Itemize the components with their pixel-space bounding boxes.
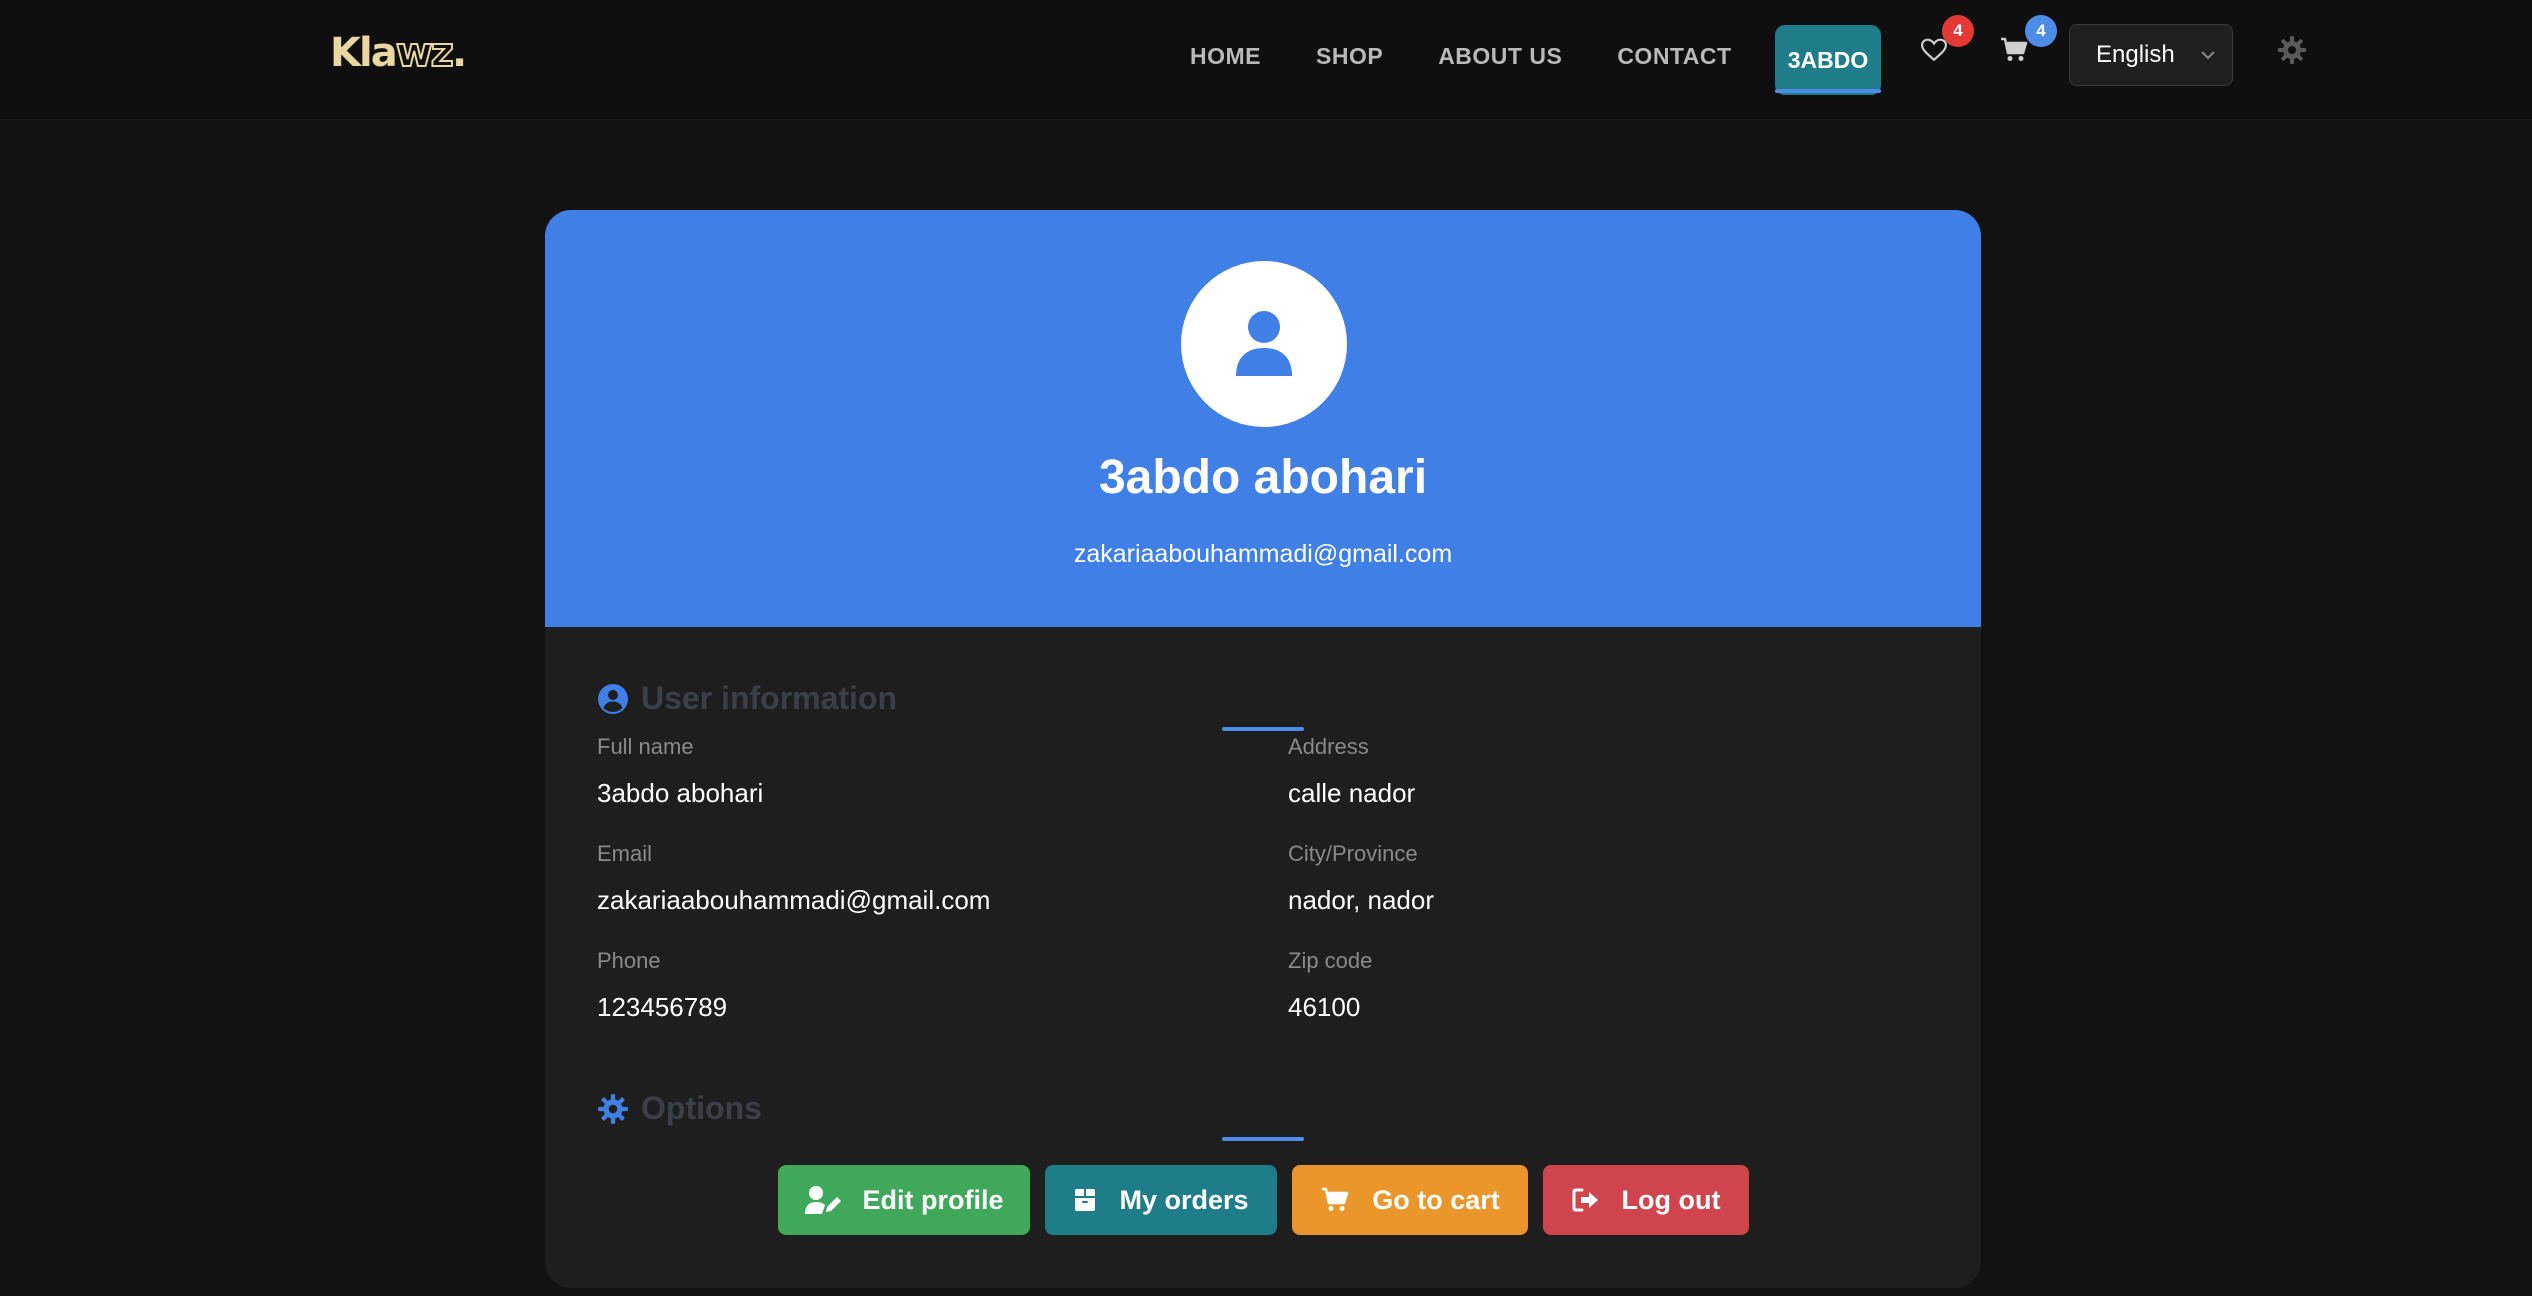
cart-icon (1322, 1187, 1349, 1211)
avatar (1181, 261, 1347, 427)
my-orders-button[interactable]: My orders (1045, 1165, 1277, 1235)
edit-profile-label: Edit profile (862, 1184, 1004, 1215)
field-label: Address (1288, 734, 1369, 759)
cart-count-badge: 4 (2025, 15, 2057, 47)
field-full-name: Full name 3abdo abohari (597, 734, 763, 809)
user-icon (1236, 311, 1292, 376)
theme-toggle-button[interactable] (2272, 30, 2312, 70)
logout-label: Log out (1621, 1184, 1721, 1215)
nav-home[interactable]: HOME (1190, 43, 1261, 70)
field-label: Zip code (1288, 948, 1373, 973)
logout-icon (1572, 1188, 1598, 1212)
options-button-row: Edit profile My orders Go to cart Log ou… (778, 1165, 1764, 1235)
nav-shop[interactable]: SHOP (1316, 43, 1383, 70)
language-selected-value: English (2096, 41, 2175, 68)
nav-active-indicator (1775, 89, 1881, 93)
field-label: Email (597, 841, 653, 866)
user-info-title: User information (641, 680, 898, 716)
field-value: 3abdo abohari (597, 778, 764, 808)
field-zip-code: Zip code 46100 (1288, 948, 1372, 1023)
nav-user-button[interactable]: 3ABDO (1775, 25, 1881, 95)
field-value: 46100 (1288, 992, 1361, 1022)
nav-links: HOME SHOP ABOUT US CONTACT (1190, 0, 1787, 112)
gear-icon (2278, 36, 2306, 64)
profile-name: 3abdo abohari (1098, 451, 1428, 504)
logo-text-part1: Kla (330, 30, 398, 76)
my-orders-label: My orders (1119, 1184, 1249, 1215)
field-label: Phone (597, 948, 661, 973)
logo-text-part2: wz (395, 29, 455, 77)
options-title: Options (641, 1090, 762, 1126)
logout-button[interactable]: Log out (1543, 1165, 1749, 1235)
box-icon (1075, 1189, 1096, 1211)
field-value: calle nador (1288, 778, 1416, 808)
options-heading: Options (597, 1090, 762, 1127)
cart-icon (2001, 37, 2028, 61)
gear-icon (598, 1093, 628, 1124)
edit-profile-button[interactable]: Edit profile (778, 1165, 1030, 1235)
field-address: Address calle nador (1288, 734, 1415, 809)
navbar: Kla wz. HOME SHOP ABOUT US CONTACT 3ABDO … (0, 0, 2532, 120)
nav-contact[interactable]: CONTACT (1617, 43, 1731, 70)
profile-header: 3abdo abohari zakariaabouhammadi@gmail.c… (545, 210, 1981, 627)
go-to-cart-button[interactable]: Go to cart (1292, 1165, 1528, 1235)
field-phone: Phone 123456789 (597, 948, 727, 1023)
user-circle-icon (598, 683, 628, 714)
language-select[interactable]: English (2069, 24, 2233, 86)
chevron-down-icon (2201, 51, 2215, 60)
user-info-underline (1222, 727, 1304, 731)
logo[interactable]: Kla wz. (330, 29, 467, 78)
profile-card: 3abdo abohari zakariaabouhammadi@gmail.c… (545, 210, 1981, 1288)
field-label: Full name (597, 734, 694, 759)
field-value: 123456789 (597, 992, 728, 1022)
wishlist-count-badge: 4 (1942, 15, 1974, 47)
options-underline (1222, 1137, 1304, 1141)
user-info-heading: User information (597, 680, 897, 717)
field-email: Email zakariaabouhammadi@gmail.com (597, 841, 990, 916)
field-label: City/Province (1288, 841, 1418, 866)
nav-about-us[interactable]: ABOUT US (1438, 43, 1562, 70)
field-value: zakariaabouhammadi@gmail.com (597, 885, 991, 915)
user-edit-icon (804, 1186, 841, 1214)
logo-dot: . (451, 30, 467, 76)
field-value: nador, nador (1288, 885, 1435, 915)
profile-email: zakariaabouhammadi@gmail.com (1073, 540, 1453, 568)
field-city-province: City/Province nador, nador (1288, 841, 1434, 916)
heart-icon (1921, 38, 1947, 62)
go-to-cart-label: Go to cart (1372, 1184, 1500, 1215)
